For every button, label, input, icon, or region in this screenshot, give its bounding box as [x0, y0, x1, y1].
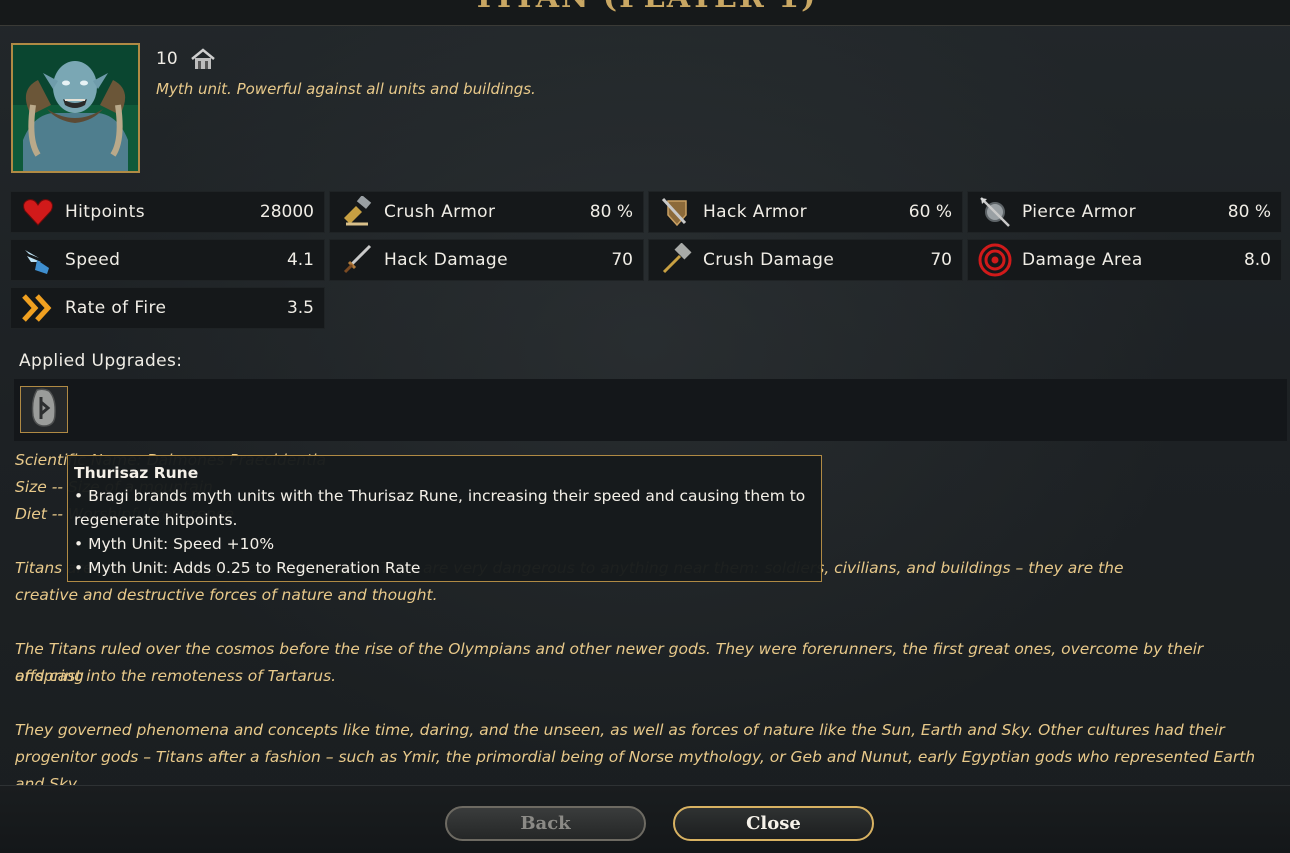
target-icon — [977, 242, 1013, 278]
close-button[interactable]: Close — [673, 806, 874, 841]
stat-label: Hack Damage — [384, 250, 508, 270]
tooltip-line: • Myth Unit: Adds 0.25 to Regeneration R… — [74, 559, 421, 577]
title-bar: TITAN (PLAYER 1) — [0, 0, 1290, 26]
hammer-icon — [658, 242, 694, 278]
upgrades-strip — [14, 379, 1287, 441]
sword-icon — [339, 242, 375, 278]
window-title: TITAN (PLAYER 1) — [0, 0, 1290, 15]
applied-upgrades-title: Applied Upgrades: — [19, 351, 183, 371]
stat-rate-of-fire: Rate of Fire 3.5 — [10, 287, 325, 329]
stat-value: 80 % — [589, 202, 633, 222]
stat-damage-area: Damage Area 8.0 — [967, 239, 1282, 281]
unit-description: Myth unit. Powerful against all units an… — [156, 80, 536, 98]
stat-value: 70 — [930, 250, 952, 270]
stat-value: 8.0 — [1243, 250, 1271, 270]
stat-value: 70 — [611, 250, 633, 270]
stat-label: Damage Area — [1022, 250, 1143, 270]
back-button[interactable]: Back — [445, 806, 646, 841]
house-icon — [190, 47, 216, 71]
stat-label: Pierce Armor — [1022, 202, 1136, 222]
tooltip-line: regenerate hitpoints. — [74, 511, 238, 529]
unit-portrait — [11, 43, 140, 173]
chevrons-icon — [20, 290, 56, 326]
hammer-shield-icon — [339, 194, 375, 230]
stat-crush-damage: Crush Damage 70 — [648, 239, 963, 281]
heart-icon — [20, 194, 56, 230]
stat-label: Crush Armor — [384, 202, 496, 222]
stat-value: 60 % — [908, 202, 952, 222]
stat-speed: Speed 4.1 — [10, 239, 325, 281]
stat-label: Speed — [65, 250, 121, 270]
tooltip-line: • Myth Unit: Speed +10% — [74, 535, 275, 553]
stat-crush-armor: Crush Armor 80 % — [329, 191, 644, 233]
cost-value: 10 — [156, 49, 178, 69]
tooltip-line: • Bragi brands myth units with the Thuri… — [74, 487, 806, 505]
stat-hack-damage: Hack Damage 70 — [329, 239, 644, 281]
stat-hitpoints: Hitpoints 28000 — [10, 191, 325, 233]
info-paragraph-3b: progenitor gods – Titans after a fashion… — [15, 748, 1256, 766]
stat-value: 80 % — [1227, 202, 1271, 222]
unit-cost: 10 — [156, 47, 216, 71]
stat-label: Hitpoints — [65, 202, 145, 222]
info-paragraph-2b: and cast into the remoteness of Tartarus… — [15, 667, 337, 685]
rune-stone-icon — [29, 387, 59, 432]
stat-pierce-armor: Pierce Armor 80 % — [967, 191, 1282, 233]
stat-label: Crush Damage — [703, 250, 835, 270]
upgrade-tooltip: Thurisaz Rune • Bragi brands myth units … — [67, 455, 822, 582]
stat-label: Rate of Fire — [65, 298, 167, 318]
stat-label: Hack Armor — [703, 202, 808, 222]
info-paragraph-3a: They governed phenomena and concepts lik… — [15, 721, 1225, 739]
stat-value: 3.5 — [286, 298, 314, 318]
sword-shield-icon — [658, 194, 694, 230]
info-paragraph-1b: creative and destructive forces of natur… — [15, 586, 438, 604]
arrow-shield-icon — [977, 194, 1013, 230]
winged-boot-icon — [20, 242, 56, 278]
stat-value: 28000 — [259, 202, 314, 222]
stat-value: 4.1 — [286, 250, 314, 270]
stat-hack-armor: Hack Armor 60 % — [648, 191, 963, 233]
tooltip-title: Thurisaz Rune — [74, 464, 199, 482]
upgrade-thurisaz-rune[interactable] — [20, 386, 68, 433]
